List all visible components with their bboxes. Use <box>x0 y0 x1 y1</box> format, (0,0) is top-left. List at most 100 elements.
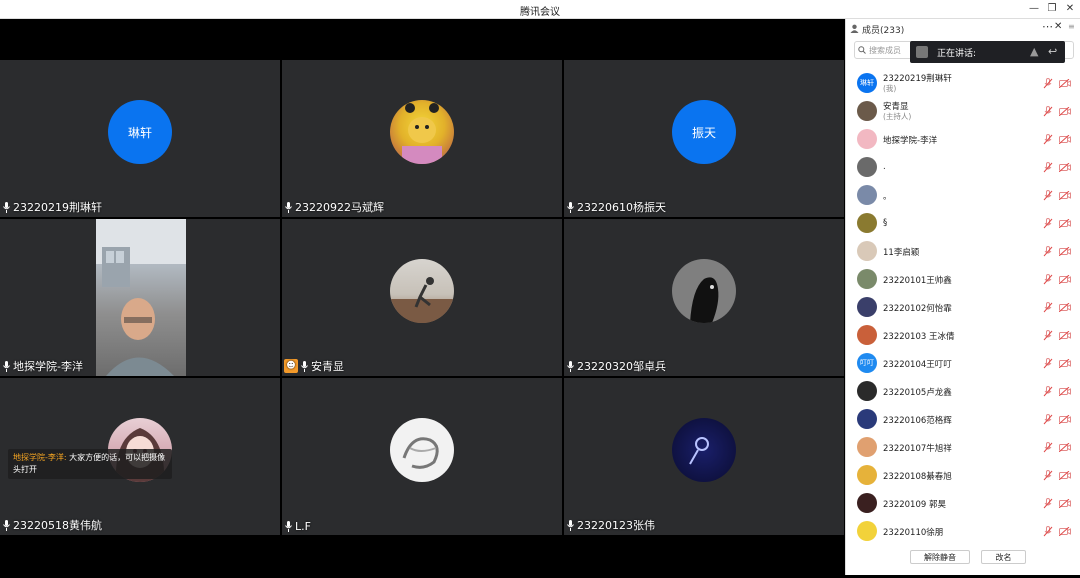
mic-icon <box>3 360 10 372</box>
member-row[interactable]: . <box>846 153 1080 181</box>
video-tile[interactable]: 振天 23220610杨振天 <box>564 60 844 217</box>
participant-nameplate: 地探学院-李洋 <box>2 358 83 374</box>
window-title: 腾讯会议 <box>520 7 560 18</box>
mic-muted-icon[interactable] <box>1043 442 1053 453</box>
more-icon[interactable]: ⋯ <box>1042 20 1053 33</box>
camera-off-icon[interactable] <box>1059 107 1071 116</box>
minimize-icon[interactable]: — <box>1027 2 1041 16</box>
participant-name: 23220518黄伟航 <box>13 519 102 532</box>
video-tile[interactable]: 23220320邹卓兵 <box>564 219 844 376</box>
mic-muted-icon[interactable] <box>1043 330 1053 341</box>
member-row[interactable]: 23220101王帅鑫 <box>846 265 1080 293</box>
camera-off-icon[interactable] <box>1059 303 1071 312</box>
camera-off-icon[interactable] <box>1059 471 1071 480</box>
menu-icon[interactable]: ≡ <box>1068 22 1075 31</box>
mic-muted-icon[interactable] <box>1043 162 1053 173</box>
camera-feed <box>96 219 186 376</box>
mic-muted-icon[interactable] <box>1043 78 1053 89</box>
member-role: (主持人) <box>883 112 912 121</box>
mic-icon <box>301 360 308 372</box>
member-name: 23220103 王冰倩 <box>883 332 955 342</box>
member-row[interactable]: 23220103 王冰倩 <box>846 321 1080 349</box>
mic-muted-icon[interactable] <box>1043 274 1053 285</box>
video-tile[interactable]: 地探学院-李洋: 大家方便的话，可以把摄像头打开 23220518黄伟航 <box>0 378 280 535</box>
camera-off-icon[interactable] <box>1059 247 1071 256</box>
mic-muted-icon[interactable] <box>1043 190 1053 201</box>
chat-notification[interactable]: 地探学院-李洋: 大家方便的话，可以把摄像头打开 <box>8 449 172 479</box>
camera-off-icon[interactable] <box>1059 527 1071 536</box>
participant-nameplate: L.F <box>284 520 311 533</box>
member-name: 地探学院-李洋 <box>883 136 938 146</box>
restore-icon[interactable]: ❐ <box>1045 2 1059 16</box>
member-row[interactable]: 安青显 (主持人) <box>846 97 1080 125</box>
participant-name: L.F <box>295 520 311 533</box>
member-row[interactable]: 23220105卢龙鑫 <box>846 377 1080 405</box>
mic-muted-icon[interactable] <box>1043 470 1053 481</box>
video-tile[interactable]: 23220922马斌辉 <box>282 60 562 217</box>
mic-muted-icon[interactable] <box>1043 134 1053 145</box>
mic-muted-icon[interactable] <box>1043 414 1053 425</box>
mic-muted-icon[interactable] <box>1043 218 1053 229</box>
mic-muted-icon[interactable] <box>1043 358 1053 369</box>
camera-off-icon[interactable] <box>1059 275 1071 284</box>
rename-button[interactable]: 改名 <box>981 550 1026 564</box>
camera-off-icon[interactable] <box>1059 499 1071 508</box>
member-row[interactable]: 23220108綦春旭 <box>846 461 1080 489</box>
member-row[interactable]: 23220109 郭昊 <box>846 489 1080 517</box>
video-tile[interactable]: ☻ 安青显 <box>282 219 562 376</box>
camera-off-icon[interactable] <box>1059 191 1071 200</box>
member-name: 23220108綦春旭 <box>883 472 952 482</box>
camera-off-icon[interactable] <box>1059 443 1071 452</box>
chat-sender: 地探学院-李洋: <box>13 453 67 462</box>
close-panel-icon[interactable]: ✕ <box>1054 21 1062 32</box>
member-row[interactable]: 地探学院-李洋 <box>846 125 1080 153</box>
participant-nameplate: 23220123张伟 <box>566 517 655 533</box>
member-row[interactable]: 琳轩 23220219荆琳轩 (我) <box>846 69 1080 97</box>
camera-off-icon[interactable] <box>1059 79 1071 88</box>
mic-icon <box>3 519 10 531</box>
member-avatar: 叮叮 <box>857 353 877 373</box>
mic-muted-icon[interactable] <box>1043 302 1053 313</box>
member-row[interactable]: 23220110徐朋 <box>846 517 1080 544</box>
camera-off-icon[interactable] <box>1059 163 1071 172</box>
camera-off-icon[interactable] <box>1059 135 1071 144</box>
panel-title: 成员(233) <box>862 26 905 36</box>
camera-off-icon[interactable] <box>1059 331 1071 340</box>
video-tile[interactable]: L.F <box>282 378 562 535</box>
mic-icon <box>285 521 292 532</box>
member-row[interactable]: 。 <box>846 181 1080 209</box>
camera-off-icon[interactable] <box>1059 359 1071 368</box>
mic-muted-icon[interactable] <box>1043 386 1053 397</box>
mic-icon <box>567 360 574 372</box>
camera-off-icon[interactable] <box>1059 387 1071 396</box>
avatar <box>672 259 736 323</box>
member-avatar <box>857 381 877 401</box>
camera-off-icon[interactable] <box>1059 415 1071 424</box>
member-row[interactable]: 11李启颖 <box>846 237 1080 265</box>
mic-muted-icon[interactable] <box>1043 498 1053 509</box>
mic-muted-icon[interactable] <box>1043 246 1053 257</box>
member-row[interactable]: 23220106范格辉 <box>846 405 1080 433</box>
avatar <box>390 418 454 482</box>
video-tile[interactable]: 琳轩 23220219荆琳轩 <box>0 60 280 217</box>
member-row[interactable]: 23220102何怡霏 <box>846 293 1080 321</box>
member-avatar: 琳轩 <box>857 73 877 93</box>
mic-icon <box>285 201 292 213</box>
member-row[interactable]: 叮叮 23220104王叮叮 <box>846 349 1080 377</box>
member-name: . <box>883 162 886 172</box>
member-avatar <box>857 325 877 345</box>
close-icon[interactable]: ✕ <box>1063 2 1077 16</box>
unmute-all-button[interactable]: 解除静音 <box>910 550 970 564</box>
camera-off-icon[interactable] <box>1059 219 1071 228</box>
video-tile[interactable]: 23220123张伟 <box>564 378 844 535</box>
member-row[interactable]: § <box>846 209 1080 237</box>
mic-muted-icon[interactable] <box>1043 106 1053 117</box>
mic-muted-icon[interactable] <box>1043 526 1053 537</box>
member-row[interactable]: 23220107牛旭祥 <box>846 433 1080 461</box>
pin-icon[interactable]: ↩ <box>1048 45 1057 58</box>
speaking-label: 正在讲话: <box>937 49 977 59</box>
member-name: 23220102何怡霏 <box>883 304 952 314</box>
member-avatar <box>857 157 877 177</box>
video-tile[interactable]: 地探学院-李洋 <box>0 219 280 376</box>
search-placeholder: 搜索成员 <box>869 46 901 55</box>
